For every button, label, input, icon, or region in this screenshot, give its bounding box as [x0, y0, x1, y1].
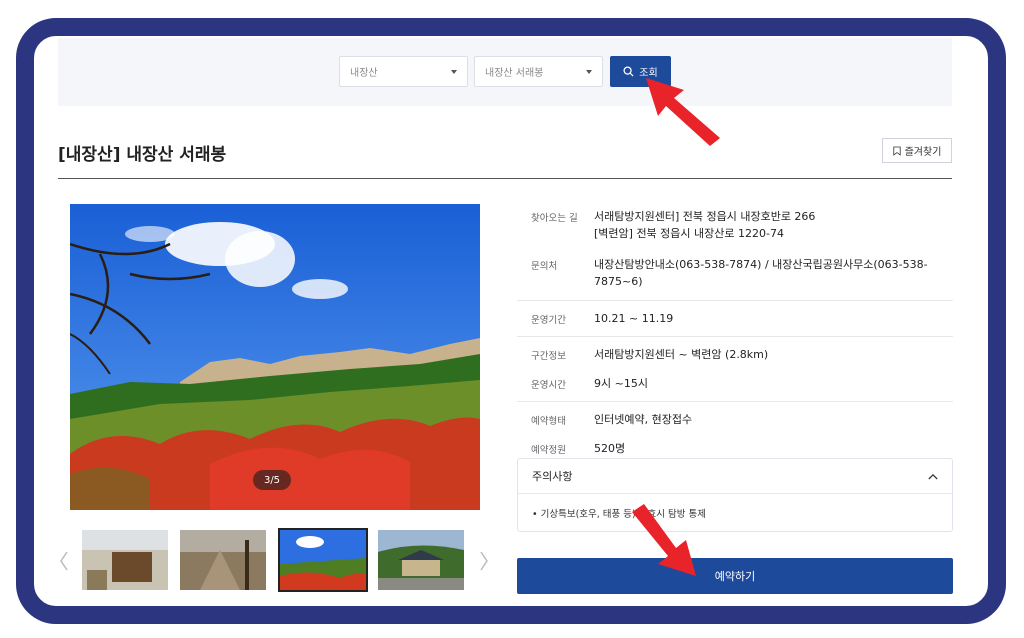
info-label: 운영기간 [531, 315, 566, 326]
info-label: 예약정원 [531, 445, 566, 456]
next-photo-button[interactable] [476, 546, 492, 576]
info-label: 구간정보 [531, 351, 566, 362]
mountain-select-value: 내장산 [350, 68, 378, 79]
info-label: 운영시간 [531, 380, 566, 391]
directions-line-1: 서래탐방지원센터] 전북 정읍시 내장호반로 266 [594, 210, 816, 223]
favorite-button[interactable]: 즐겨찾기 [882, 138, 952, 163]
peak-select[interactable]: 내장산 서래봉 [474, 56, 603, 87]
notice-accordion: 주의사항 • 기상특보(호우, 태풍 등) 발효시 탐방 통제 [517, 458, 953, 532]
info-value: 인터넷예약, 현장접수 [594, 413, 693, 426]
bookmark-icon [892, 146, 901, 156]
info-row-period: 운영기간 10.21 ~ 11.19 [517, 301, 953, 336]
info-row-contact: 문의처 내장산탐방안내소(063-538-7874) / 내장산국립공원사무소(… [517, 250, 953, 300]
info-label: 예약형태 [531, 416, 566, 427]
info-value: 서래탐방지원센터] 전북 정읍시 내장호반로 266 [벽련암] 전북 정읍시 … [594, 208, 953, 242]
chevron-down-icon [586, 69, 592, 74]
favorite-button-label: 즐겨찾기 [904, 147, 942, 158]
notice-title: 주의사항 [532, 470, 573, 483]
search-bar: 내장산 내장산 서래봉 조회 [58, 38, 952, 106]
reserve-button[interactable]: 예약하기 [517, 558, 953, 594]
info-row-type: 예약형태 인터넷예약, 현장접수 [517, 402, 953, 434]
notice-item: • 기상특보(호우, 태풍 등) 발효시 탐방 통제 [518, 494, 952, 532]
info-row-directions: 찾아오는 길 서래탐방지원센터] 전북 정읍시 내장호반로 266 [벽련암] … [517, 200, 953, 250]
chevron-left-icon [60, 551, 68, 571]
search-icon [623, 66, 634, 77]
photo-counter: 3/5 [253, 470, 291, 490]
chevron-right-icon [480, 551, 488, 571]
info-table: 찾아오는 길 서래탐방지원센터] 전북 정읍시 내장호반로 266 [벽련암] … [517, 200, 953, 463]
main-photo [70, 204, 480, 510]
red-arrow-pointer-icon [646, 78, 720, 146]
info-row-section: 구간정보 서래탐방지원센터 ~ 벽련암 (2.8km) [517, 337, 953, 369]
thumbnail-1[interactable] [82, 530, 168, 590]
info-value: 10.21 ~ 11.19 [594, 312, 674, 325]
screenshot-frame: 내장산 내장산 서래봉 조회 [내장산] 내장산 서래봉 즐겨찾기 3/5 찾아… [16, 18, 1006, 624]
notice-header[interactable]: 주의사항 [518, 459, 952, 494]
directions-line-2: [벽련암] 전북 정읍시 내장산로 1220-74 [594, 227, 784, 240]
page-title: [내장산] 내장산 서래봉 [58, 145, 227, 165]
thumbnail-2[interactable] [180, 530, 266, 590]
mountain-select[interactable]: 내장산 [339, 56, 468, 87]
bullet-icon: • [532, 509, 541, 520]
info-value: 서래탐방지원센터 ~ 벽련암 (2.8km) [594, 348, 769, 361]
info-value: 9시 ~15시 [594, 377, 648, 390]
title-divider [58, 178, 952, 179]
prev-photo-button[interactable] [56, 546, 72, 576]
peak-select-value: 내장산 서래봉 [485, 68, 544, 79]
chevron-up-icon [928, 473, 938, 479]
chevron-down-icon [451, 69, 457, 74]
info-row-hours: 운영시간 9시 ~15시 [517, 369, 953, 401]
red-arrow-pointer-icon [632, 504, 696, 576]
info-value: 520명 [594, 442, 626, 455]
info-label: 문의처 [531, 261, 558, 272]
thumbnail-4[interactable] [378, 530, 464, 590]
thumbnail-3-active[interactable] [278, 528, 368, 592]
info-label: 찾아오는 길 [531, 213, 578, 224]
info-value: 내장산탐방안내소(063-538-7874) / 내장산국립공원사무소(063-… [594, 258, 928, 288]
